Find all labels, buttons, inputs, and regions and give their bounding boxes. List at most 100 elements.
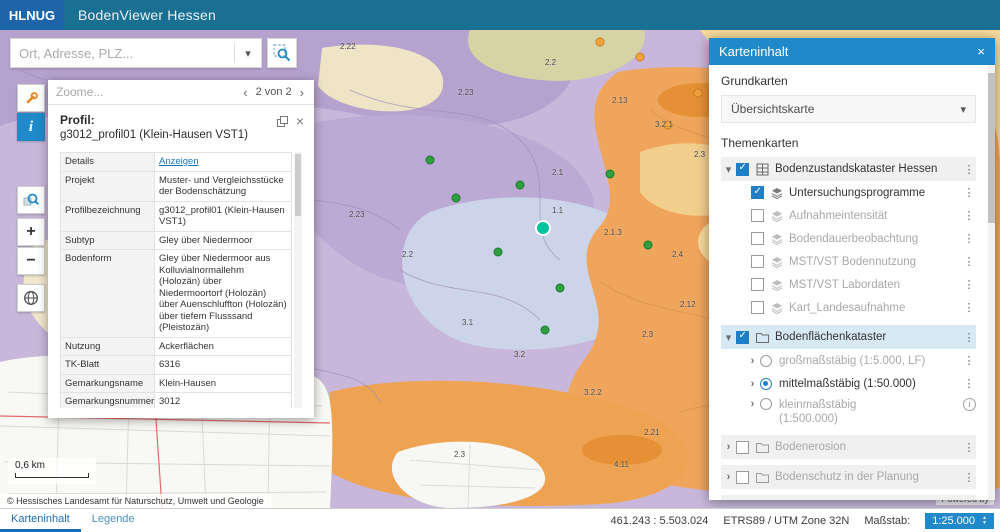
layer-checkbox[interactable] [736, 471, 749, 484]
basemaps-section-label: Grundkarten [721, 74, 976, 88]
layer-option-kleinmassstaebig[interactable]: kleinmaßstäbig (1:500.000) [721, 395, 976, 429]
coordinates-readout: 461.243 : 5.503.024 [611, 515, 709, 527]
tab-karteninhalt[interactable]: Karteninhalt [0, 509, 81, 532]
dock-icon[interactable] [277, 116, 288, 127]
soil-profile-marker[interactable] [556, 284, 564, 292]
kebab-menu-icon[interactable] [962, 278, 976, 291]
collapse-caret-icon[interactable] [745, 398, 760, 410]
attr-value: g3012_profil01 (Klein-Hausen VST1) [155, 202, 291, 231]
soil-profile-marker[interactable] [644, 241, 652, 249]
layer-group-uebersicht[interactable]: Übersicht [721, 495, 976, 500]
scale-spinner[interactable] [982, 516, 987, 526]
layer-group-bodenflaechenkataster[interactable]: Bodenflächenkataster [721, 325, 976, 349]
map-unit-label: 2.2 [545, 58, 556, 67]
chevron-down-icon [960, 102, 966, 116]
collapse-caret-icon[interactable] [745, 355, 760, 367]
kebab-menu-icon[interactable] [962, 331, 976, 344]
layer-checkbox[interactable] [751, 255, 764, 268]
layer-item-bodendauerbeobachtung[interactable]: Bodendauerbeobachtung [721, 227, 976, 250]
scale-select[interactable]: 1:25.000 [925, 513, 994, 529]
soil-profile-marker[interactable] [516, 181, 524, 189]
collapse-caret-icon[interactable] [721, 331, 736, 344]
layer-group-bodenerosion[interactable]: Bodenerosion [721, 435, 976, 459]
hlnug-logo[interactable]: HLNUG [0, 0, 64, 30]
layer-item-mst-vst-bodennutzung[interactable]: MST/VST Bodennutzung [721, 250, 976, 273]
map-unit-label: 3.2.2 [584, 388, 602, 397]
soil-profile-marker[interactable] [596, 38, 604, 46]
home-extent-button[interactable] [17, 284, 45, 312]
layer-radio[interactable] [760, 378, 772, 390]
search-input[interactable] [11, 46, 234, 61]
layer-item-mst-vst-labordaten[interactable]: MST/VST Labordaten [721, 273, 976, 296]
soil-profile-marker[interactable] [541, 326, 549, 334]
popup-zoom-input[interactable] [56, 85, 241, 99]
layer-checkbox[interactable] [736, 331, 749, 344]
tools-button[interactable] [17, 84, 45, 112]
kebab-menu-icon[interactable] [962, 186, 976, 199]
layers-panel-title: Karteninhalt [719, 44, 788, 59]
layer-checkbox[interactable] [751, 209, 764, 222]
map-unit-label: 2.3 [454, 450, 465, 459]
layer-item-aufnahmeintensitaet[interactable]: Aufnahmeintensität [721, 204, 976, 227]
tab-legende[interactable]: Legende [81, 509, 146, 532]
layer-checkbox[interactable] [736, 441, 749, 454]
zoom-out-button[interactable] [17, 247, 45, 275]
kebab-menu-icon[interactable] [962, 354, 976, 367]
pager-prev-icon[interactable] [241, 86, 249, 99]
layer-group-bodenschutz[interactable]: Bodenschutz in der Planung [721, 465, 976, 489]
soil-profile-marker[interactable] [694, 89, 702, 97]
info-circle-icon[interactable] [963, 398, 976, 411]
layer-checkbox[interactable] [751, 278, 764, 291]
soil-profile-marker[interactable] [452, 194, 460, 202]
table-row: Profilbezeichnung g3012_profil01 (Klein-… [61, 202, 291, 232]
layer-checkbox[interactable] [736, 163, 749, 176]
layer-radio[interactable] [760, 398, 772, 410]
kebab-menu-icon[interactable] [962, 377, 976, 390]
layer-option-sublabel: (1:500.000) [779, 412, 856, 426]
selected-profile-marker[interactable] [536, 221, 550, 235]
info-button[interactable] [17, 113, 45, 141]
layer-item-untersuchungsprogramme[interactable]: Untersuchungsprogramme [721, 181, 976, 204]
map-unit-label: 2.12 [680, 300, 696, 309]
details-show-link[interactable]: Anzeigen [155, 153, 291, 171]
collapse-caret-icon[interactable] [745, 378, 760, 390]
kebab-menu-icon[interactable] [962, 301, 976, 314]
layer-group-bodenzustandskataster[interactable]: Bodenzustandskataster Hessen [721, 157, 976, 181]
layer-item-label: Bodendauerbeobachtung [789, 233, 918, 245]
table-row: Subtyp Gley über Niedermoor [61, 232, 291, 251]
popup-close-icon[interactable] [296, 114, 304, 128]
layer-option-grossmassstaebig[interactable]: großmaßstäbig (1:5.000, LF) [721, 349, 976, 372]
popup-scrollbar[interactable] [294, 152, 302, 408]
search-dropdown-chevron-icon[interactable] [235, 44, 261, 62]
pager-next-icon[interactable] [298, 86, 306, 99]
layer-checkbox[interactable] [751, 232, 764, 245]
layer-radio[interactable] [760, 355, 772, 367]
kebab-menu-icon[interactable] [962, 255, 976, 268]
panel-scrollbar[interactable] [988, 65, 995, 500]
soil-profile-marker[interactable] [606, 170, 614, 178]
collapse-caret-icon[interactable] [721, 441, 736, 453]
kebab-menu-icon[interactable] [962, 471, 976, 484]
basemap-select[interactable]: Übersichtskarte [721, 95, 976, 123]
collapse-caret-icon[interactable] [721, 163, 736, 176]
layer-item-kart-landesaufnahme[interactable]: Kart_Landesaufnahme [721, 296, 976, 319]
kebab-menu-icon[interactable] [962, 163, 976, 176]
layers-icon [771, 256, 783, 268]
soil-profile-marker[interactable] [494, 248, 502, 256]
folder-icon [756, 332, 769, 343]
attr-label: TK-Blatt [61, 356, 155, 374]
identify-button[interactable] [17, 186, 45, 214]
soil-profile-marker[interactable] [426, 156, 434, 164]
layer-option-mittelmassstaebig[interactable]: mittelmaßstäbig (1:50.000) [721, 372, 976, 395]
soil-profile-marker[interactable] [636, 53, 644, 61]
kebab-menu-icon[interactable] [962, 232, 976, 245]
collapse-caret-icon[interactable] [721, 471, 736, 483]
search-button[interactable] [267, 38, 297, 68]
layer-checkbox[interactable] [751, 186, 764, 199]
kebab-menu-icon[interactable] [962, 209, 976, 222]
kebab-menu-icon[interactable] [962, 441, 976, 454]
zoom-in-button[interactable] [17, 218, 45, 246]
spinner-down-icon[interactable] [982, 521, 987, 526]
layer-checkbox[interactable] [751, 301, 764, 314]
panel-close-icon[interactable] [977, 44, 985, 59]
